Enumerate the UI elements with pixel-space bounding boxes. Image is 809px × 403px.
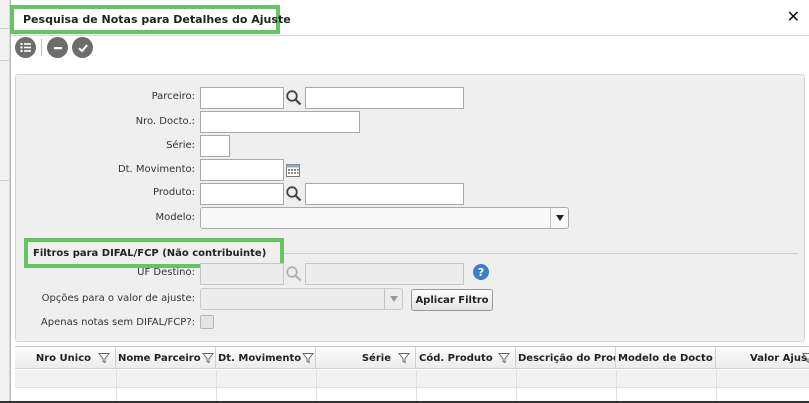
column-header-modelo-docto[interactable]: Modelo de Docto	[616, 347, 716, 369]
produto-name-input[interactable]	[305, 183, 464, 205]
toolbar	[11, 36, 809, 60]
parceiro-name-input[interactable]	[305, 87, 464, 109]
filter-funnel-icon[interactable]	[398, 352, 410, 364]
serie-input[interactable]	[200, 135, 230, 157]
filter-funnel-icon[interactable]	[302, 352, 314, 364]
chevron-down-icon	[550, 208, 568, 228]
apenas-notas-label: Apenas notas sem DIFAL/FCP?:	[40, 317, 195, 328]
dt-movimento-input[interactable]	[200, 159, 284, 181]
serie-label: Série:	[166, 140, 195, 151]
nro-docto-label: Nro. Docto.:	[135, 116, 195, 127]
produto-code-input[interactable]	[200, 183, 284, 205]
background-window-strip	[0, 0, 10, 403]
uf-destino-code-input[interactable]	[200, 263, 284, 285]
column-header-cod-produto[interactable]: Cód. Produto	[416, 347, 516, 369]
uf-destino-search-icon[interactable]	[285, 265, 303, 283]
minus-icon[interactable]	[47, 37, 68, 58]
column-header-descricao-produto[interactable]: Descrição do Produto	[516, 347, 616, 369]
modelo-select[interactable]	[200, 207, 569, 229]
title-highlight-box: Pesquisa de Notas para Detalhes do Ajust…	[10, 5, 291, 34]
opcoes-ajuste-select[interactable]	[200, 288, 403, 310]
modelo-label: Modelo:	[155, 212, 195, 223]
results-grid: Nro Único Nome Parceiro Dt. Movimento Sé…	[15, 346, 809, 403]
produto-label: Produto:	[153, 187, 195, 198]
list-options-icon[interactable]	[15, 37, 36, 58]
difal-section-title: Filtros para DIFAL/FCP (Não contribuinte…	[33, 247, 267, 259]
column-header-dt-movimento[interactable]: Dt. Movimento	[216, 347, 316, 369]
check-icon[interactable]	[72, 37, 93, 58]
nro-docto-input[interactable]	[200, 111, 360, 133]
uf-destino-name-input[interactable]	[305, 263, 464, 285]
toolbar-separator	[41, 39, 42, 56]
help-icon[interactable]: ?	[473, 264, 489, 280]
parceiro-code-input[interactable]	[200, 87, 284, 109]
dialog-title: Pesquisa de Notas para Detalhes do Ajust…	[23, 13, 291, 26]
column-header-nro-unico[interactable]: Nro Único	[15, 347, 116, 369]
opcoes-ajuste-label: Opções para o valor de ajuste:	[41, 293, 195, 304]
calendar-icon[interactable]	[286, 163, 300, 177]
column-header-valor-ajuste[interactable]: Valor Ajuste	[716, 347, 809, 369]
apenas-notas-checkbox[interactable]	[200, 315, 214, 329]
parceiro-label: Parceiro:	[151, 91, 195, 102]
column-header-nome-parceiro[interactable]: Nome Parceiro	[116, 347, 216, 369]
parceiro-search-icon[interactable]	[285, 89, 303, 107]
filter-funnel-icon[interactable]	[98, 352, 110, 364]
search-dialog: Pesquisa de Notas para Detalhes do Ajust…	[10, 0, 809, 403]
uf-destino-label: UF Destino:	[137, 267, 195, 278]
filter-panel: Parceiro: Nro. Docto.: Série: Dt. Movime…	[15, 74, 805, 342]
close-icon[interactable]: ✕	[787, 8, 800, 26]
apply-filter-button[interactable]: Aplicar Filtro	[411, 289, 493, 311]
filter-funnel-icon[interactable]	[802, 352, 809, 364]
dt-movimento-label: Dt. Movimento:	[117, 164, 195, 175]
filter-funnel-icon[interactable]	[202, 352, 214, 364]
chevron-down-icon	[384, 289, 402, 309]
grid-header: Nro Único Nome Parceiro Dt. Movimento Sé…	[15, 347, 809, 369]
dialog-titlebar: Pesquisa de Notas para Detalhes do Ajust…	[10, 0, 809, 36]
column-header-serie[interactable]: Série	[316, 347, 416, 369]
table-row[interactable]	[15, 370, 809, 388]
filter-funnel-icon[interactable]	[498, 352, 510, 364]
produto-search-icon[interactable]	[285, 185, 303, 203]
section-divider	[284, 253, 798, 254]
